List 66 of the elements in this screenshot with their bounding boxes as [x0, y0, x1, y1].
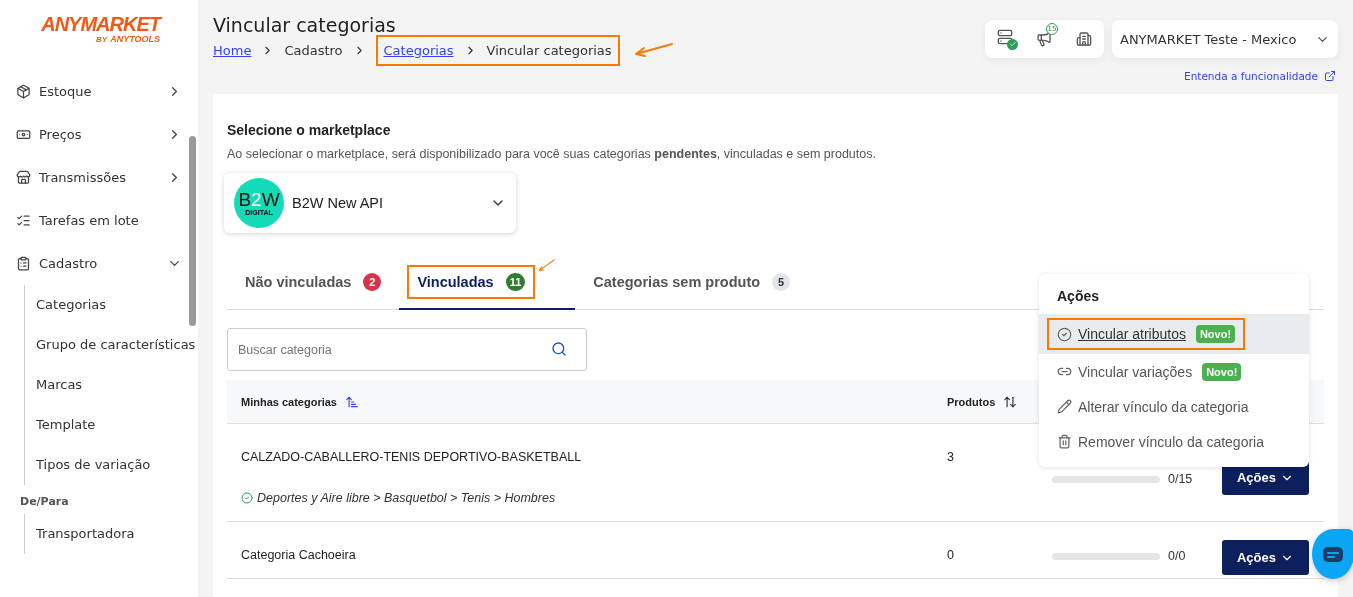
- logo-brand: ANYTOOLS: [110, 34, 160, 44]
- count-badge: 5: [772, 272, 791, 291]
- tab[interactable]: Vinculadas 11: [399, 255, 576, 310]
- server-status-icon[interactable]: [997, 28, 1018, 50]
- menu-item[interactable]: Remover vínculo da categoria: [1039, 424, 1309, 459]
- new-badge: Novo!: [1195, 325, 1236, 343]
- breadcrumb-text: Vincular categorias: [486, 42, 612, 58]
- sidebar-subitem[interactable]: Template: [25, 405, 198, 445]
- section-heading: Selecione o marketplace: [227, 122, 392, 138]
- store-icon: [16, 170, 31, 185]
- sidebar-item[interactable]: Transmissões: [0, 156, 198, 199]
- category-name: Categoria Cachoeira: [241, 548, 357, 562]
- sidebar-subitem[interactable]: Marcas: [25, 365, 198, 405]
- logo-byline: BY: [96, 35, 108, 45]
- pencil-icon: [1057, 399, 1072, 414]
- sidebar-item[interactable]: Tarefas em lote: [0, 199, 198, 242]
- sidebar-section-title: De/Para: [19, 494, 70, 510]
- scrollbar-thumb[interactable]: [189, 136, 196, 326]
- external-link-icon: [1324, 70, 1336, 82]
- breadcrumb-link[interactable]: Home: [213, 42, 252, 58]
- count-badge: 11: [505, 272, 526, 291]
- sort-icon[interactable]: [1003, 394, 1018, 409]
- column-header[interactable]: Produtos: [947, 395, 996, 408]
- page-title: Vincular categorias: [213, 14, 397, 36]
- check-circle-icon: [1057, 326, 1072, 342]
- product-count: 3: [947, 449, 954, 466]
- banknote-icon: [16, 127, 31, 142]
- menu-item[interactable]: Vincular variações Novo!: [1039, 354, 1309, 389]
- sort-ascending-icon[interactable]: [345, 394, 359, 409]
- category-name: CALZADO-CABALLERO-TENIS DEPORTIVO-BASKETBALL: [241, 450, 583, 464]
- chat-icon: [1323, 546, 1343, 562]
- sidebar-subitem[interactable]: Categorias: [25, 285, 198, 325]
- section-description: Ao selecionar o marketplace, será disponibilizado para você suas categorias pendentes, vinculadas e sem produtos.: [227, 147, 877, 161]
- new-badge: Novo!: [1202, 362, 1242, 381]
- product-count: 0: [947, 547, 954, 564]
- help-link[interactable]: Entenda a funcionalidade: [1184, 70, 1318, 82]
- logo-text: ANYMARKET: [41, 14, 160, 34]
- sidebar-subitem[interactable]: Tipos de variação: [25, 445, 198, 485]
- sidebar-item[interactable]: Cadastro: [0, 242, 198, 285]
- progress-count: 0/15: [1167, 472, 1193, 486]
- actions-button[interactable]: Ações: [1221, 540, 1309, 575]
- count-badge: 2: [363, 272, 382, 291]
- breadcrumb-text: Cadastro: [284, 42, 343, 58]
- sidebar-item[interactable]: Estoque: [0, 70, 198, 113]
- menu-title: Ações: [1056, 287, 1101, 306]
- account-dropdown[interactable]: ANYMARKET Teste - Mexico: [1112, 20, 1338, 58]
- clipboard-icon: [16, 256, 31, 271]
- list-icon: [16, 213, 31, 228]
- breadcrumb-link[interactable]: Categorias: [383, 42, 454, 58]
- sidebar-subitem[interactable]: Grupo de características: [25, 325, 198, 365]
- trash-icon: [1057, 434, 1072, 449]
- menu-item[interactable]: Alterar vínculo da categoria: [1039, 389, 1309, 424]
- check-circle-icon: [241, 492, 253, 504]
- progress-count: 0/0: [1167, 549, 1186, 563]
- linked-category-path: Deportes y Aire libre > Basquetbol > Tenis > Hombres: [257, 491, 556, 505]
- search-icon: [551, 341, 567, 357]
- sidebar-subitem[interactable]: Transportadora: [25, 514, 198, 554]
- box-icon: [16, 84, 31, 99]
- search-field[interactable]: Buscar categoria: [227, 328, 587, 371]
- building-icon[interactable]: [1076, 31, 1092, 47]
- menu-item[interactable]: Vincular atributos Novo!: [1039, 314, 1309, 354]
- sidebar-item[interactable]: Preços: [0, 113, 198, 156]
- tab[interactable]: Não vinculadas 2: [227, 255, 400, 310]
- tab[interactable]: Categorias sem produto 5: [575, 255, 809, 310]
- column-header[interactable]: Minhas categorias: [241, 395, 337, 408]
- megaphone-icon[interactable]: [1036, 31, 1052, 47]
